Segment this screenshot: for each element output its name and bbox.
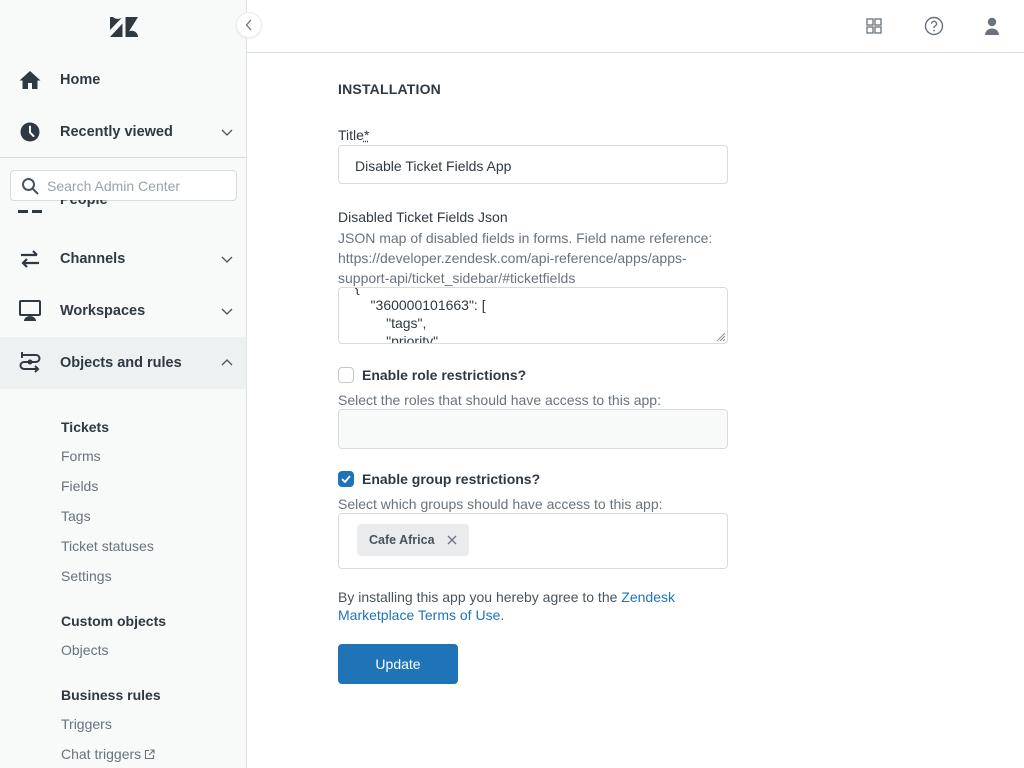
subnav-item-settings[interactable]: Settings [61, 568, 112, 584]
json-hint: JSON map of disabled fields in forms. Fi… [338, 230, 713, 286]
chevron-down-icon [221, 256, 233, 263]
nav-recently-viewed[interactable]: Recently viewed [0, 106, 246, 158]
json-textarea[interactable]: { "360000101663": [ "tags", "priority", [338, 287, 728, 344]
clock-icon [20, 122, 40, 142]
chevron-down-icon [221, 308, 233, 315]
top-bar [247, 0, 1024, 53]
products-grid-icon[interactable] [864, 16, 884, 36]
json-label: Disabled Ticket Fields Json [338, 209, 508, 225]
search-admin-center-input[interactable]: Search Admin Center [10, 170, 237, 201]
chevron-left-icon [245, 19, 252, 31]
group-hint: Select which groups should have access t… [338, 496, 663, 512]
group-restrictions-checkbox[interactable] [338, 471, 354, 487]
monitor-icon [19, 300, 41, 321]
external-link-icon [145, 749, 155, 760]
channels-arrows-icon [21, 250, 39, 268]
title-input[interactable]: Disable Ticket Fields App [338, 145, 728, 184]
terms-text: By installing this app you hereby agree … [338, 588, 728, 624]
chevron-down-icon [221, 129, 233, 136]
section-title: INSTALLATION [338, 81, 441, 97]
checkmark-icon [341, 475, 351, 483]
home-icon [19, 71, 41, 89]
zendesk-logo-icon[interactable] [110, 17, 138, 37]
subnav-item-chat-triggers-label: Chat triggers [61, 746, 142, 762]
subnav-item-ticket-statuses[interactable]: Ticket statuses [61, 538, 154, 554]
user-avatar-icon[interactable] [982, 16, 1002, 36]
nav-workspaces-label: Workspaces [60, 303, 146, 319]
nav-channels-label: Channels [60, 251, 126, 267]
nav-objects-and-rules-label: Objects and rules [60, 355, 182, 371]
update-button[interactable]: Update [338, 644, 458, 684]
title-label: Title* [338, 127, 369, 143]
role-restrictions-label: Enable role restrictions? [362, 367, 527, 383]
terms-prefix: By installing this app you hereby agree … [338, 589, 622, 605]
objects-rules-icon [19, 352, 41, 373]
nav-people-label: People [60, 200, 108, 208]
subnav-heading-tickets: Tickets [61, 419, 109, 435]
roles-select[interactable] [338, 409, 728, 449]
group-tag: Cafe Africa [357, 524, 469, 556]
subnav-item-forms[interactable]: Forms [61, 448, 101, 464]
subnav-item-tags[interactable]: Tags [61, 508, 91, 524]
nav-recently-viewed-label: Recently viewed [60, 124, 173, 140]
subnav-heading-business-rules: Business rules [61, 687, 161, 703]
json-textarea-value: { "360000101663": [ "tags", "priority", [355, 287, 486, 344]
resize-handle-icon[interactable] [714, 330, 726, 342]
groups-multiselect[interactable]: Cafe Africa [338, 513, 728, 569]
remove-tag-icon[interactable] [447, 535, 457, 545]
subnav-item-chat-triggers[interactable]: Chat triggers [61, 746, 155, 762]
nav-workspaces[interactable]: Workspaces [0, 285, 246, 337]
help-icon[interactable] [924, 16, 944, 36]
nav-home[interactable]: Home [0, 54, 246, 106]
search-icon [22, 178, 39, 195]
title-input-value: Disable Ticket Fields App [355, 158, 512, 174]
role-hint: Select the roles that should have access… [338, 392, 661, 408]
nav-channels[interactable]: Channels [0, 233, 246, 285]
subnav-item-fields[interactable]: Fields [61, 478, 98, 494]
role-restrictions-checkbox[interactable] [338, 367, 354, 383]
nav-objects-and-rules[interactable]: Objects and rules [0, 337, 246, 389]
nav-people[interactable]: People [0, 200, 246, 218]
chevron-up-icon [221, 359, 233, 366]
subnav-item-triggers[interactable]: Triggers [61, 716, 112, 732]
group-restrictions-label: Enable group restrictions? [362, 471, 541, 487]
search-placeholder: Search Admin Center [47, 178, 181, 194]
title-label-text: Title [338, 127, 364, 143]
subnav-heading-custom-objects: Custom objects [61, 613, 167, 629]
people-icon [18, 210, 42, 213]
required-mark: * [363, 127, 370, 143]
subnav-item-objects[interactable]: Objects [61, 642, 108, 658]
sidebar: Home Recently viewed Search Admin Center… [0, 0, 247, 768]
nav-home-label: Home [60, 72, 101, 88]
sidebar-divider [0, 157, 246, 158]
group-restrictions-checkbox-row[interactable]: Enable group restrictions? [338, 471, 540, 487]
collapse-sidebar-button[interactable] [236, 12, 262, 38]
terms-suffix: . [500, 607, 505, 623]
role-restrictions-checkbox-row[interactable]: Enable role restrictions? [338, 367, 526, 383]
group-tag-label: Cafe Africa [369, 533, 435, 547]
